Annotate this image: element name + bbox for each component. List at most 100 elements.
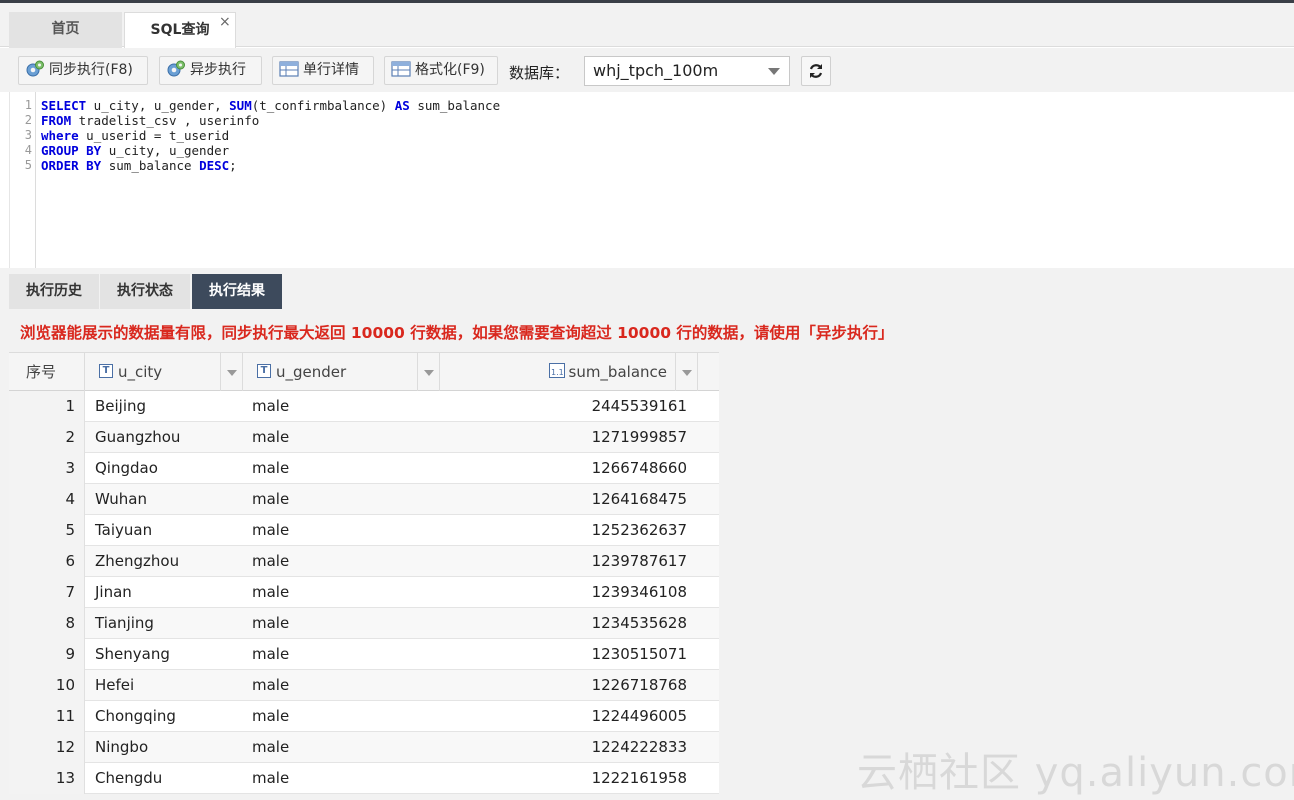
row-detail-button[interactable]: 单行详情 [272,56,374,85]
row-index-cell: 1 [9,391,85,422]
line-number: 2 [24,113,32,127]
table-row[interactable]: 13 Chengdu male 1222161958 [9,763,719,794]
code-line: ORDER BY sum_balance DESC; [41,158,237,173]
row-index-cell: 6 [9,546,85,577]
table-row[interactable]: 10 Hefei male 1226718768 [9,670,719,701]
sum-balance-cell: 1239346108 [591,583,687,601]
row-index-cell: 12 [9,732,85,763]
toolbar: 同步执行(F8) 异步执行 单行详情 格式化(F9) 数据库： whj_tpch… [0,48,1294,92]
sum-balance-cell: 1239787617 [591,552,687,570]
tab-status[interactable]: 执行状态 [100,274,190,309]
row-index-cell: 3 [9,453,85,484]
table-row[interactable]: 4 Wuhan male 1264168475 [9,484,719,515]
row-index-cell: 10 [9,670,85,701]
gear-run-icon [26,60,44,76]
row-index-cell: 5 [9,515,85,546]
sum-balance-cell: 1252362637 [591,521,687,539]
u-gender-cell: male [252,614,290,632]
u-city-cell: Jinan [95,583,132,601]
sum-balance-cell: 1266748660 [591,459,687,477]
gear-run-icon [167,60,185,76]
table-row[interactable]: 1 Beijing male 2445539161 [9,391,719,422]
sql-code[interactable]: SELECT u_city, u_gender, SUM(t_confirmba… [41,98,500,173]
tab-bar: 首页 SQL查询 × [0,3,1294,49]
u-city-cell: Beijing [95,397,147,415]
tab-history[interactable]: 执行历史 [9,274,99,309]
async-execute-button[interactable]: 异步执行 [159,56,262,85]
code-line: GROUP BY u_city, u_gender [41,143,230,158]
row-index-cell: 7 [9,577,85,608]
database-select-value: whj_tpch_100m [593,61,719,80]
line-number: 3 [24,128,32,142]
u-gender-cell: male [252,707,290,725]
column-menu-dropdown[interactable] [417,353,439,391]
line-number: 4 [24,143,32,157]
table-icon [391,60,411,77]
sum-balance-cell: 2445539161 [591,397,687,415]
line-number: 1 [24,98,32,112]
refresh-button[interactable] [801,56,831,86]
row-index-cell: 4 [9,484,85,515]
column-header-u-city[interactable]: Tu_city [85,353,243,391]
watermark: 云栖社区 yq.aliyun.com [857,750,1294,796]
sum-balance-cell: 1224222833 [591,738,687,756]
u-city-cell: Wuhan [95,490,148,508]
column-menu-dropdown[interactable] [220,353,242,391]
u-gender-cell: male [252,738,290,756]
sum-balance-cell: 1271999857 [591,428,687,446]
svg-text:1.1: 1.1 [551,368,564,377]
u-city-cell: Zhengzhou [95,552,180,570]
refresh-icon [809,64,823,78]
tab-results[interactable]: 执行结果 [192,274,282,309]
row-detail-label: 单行详情 [303,62,359,78]
sync-execute-label: 同步执行(F8) [49,62,133,78]
sync-execute-button[interactable]: 同步执行(F8) [18,56,148,85]
u-city-cell: Guangzhou [95,428,181,446]
code-line: where u_userid = t_userid [41,128,230,143]
sum-balance-cell: 1226718768 [591,676,687,694]
table-row[interactable]: 12 Ningbo male 1224222833 [9,732,719,763]
results-panel: 执行历史 执行状态 执行结果 浏览器能展示的数据量有限，同步执行最大返回 100… [0,268,1294,800]
table-row[interactable]: 2 Guangzhou male 1271999857 [9,422,719,453]
grid-header: 序号 Tu_city Tu_gender 1.1 sum_balance [9,352,719,391]
u-city-cell: Qingdao [95,459,158,477]
u-gender-cell: male [252,769,290,787]
database-select[interactable]: whj_tpch_100m [584,56,790,86]
u-city-cell: Chengdu [95,769,163,787]
line-number-gutter: 1 2 3 4 5 [10,92,36,268]
u-gender-cell: male [252,490,290,508]
code-line: FROM tradelist_csv , userinfo [41,113,260,128]
u-city-cell: Taiyuan [95,521,153,539]
column-menu-dropdown[interactable] [675,353,697,391]
format-button[interactable]: 格式化(F9) [384,56,498,85]
table-row[interactable]: 8 Tianjing male 1234535628 [9,608,719,639]
close-icon[interactable]: × [219,15,231,29]
row-index-cell: 11 [9,701,85,732]
column-header-u-gender[interactable]: Tu_gender [243,353,440,391]
column-header-index: 序号 [9,353,85,391]
text-type-icon: T [257,364,271,378]
table-row[interactable]: 3 Qingdao male 1266748660 [9,453,719,484]
sql-editor[interactable]: 1 2 3 4 5 SELECT u_city, u_gender, SUM(t… [9,92,1294,268]
sum-balance-cell: 1230515071 [591,645,687,663]
u-city-cell: Shenyang [95,645,170,663]
tab-home[interactable]: 首页 [9,12,122,48]
sum-balance-cell: 1264168475 [591,490,687,508]
code-line: SELECT u_city, u_gender, SUM(t_confirmba… [41,98,501,113]
table-row[interactable]: 9 Shenyang male 1230515071 [9,639,719,670]
warning-message: 浏览器能展示的数据量有限，同步执行最大返回 10000 行数据，如果您需要查询超… [20,324,894,342]
u-city-cell: Chongqing [95,707,176,725]
database-label: 数据库： [509,64,570,82]
format-label: 格式化(F9) [415,62,485,78]
table-row[interactable]: 11 Chongqing male 1224496005 [9,701,719,732]
sum-balance-cell: 1222161958 [591,769,687,787]
u-gender-cell: male [252,645,290,663]
table-row[interactable]: 5 Taiyuan male 1252362637 [9,515,719,546]
table-row[interactable]: 7 Jinan male 1239346108 [9,577,719,608]
column-header-sum-balance[interactable]: 1.1 sum_balance [440,353,698,391]
table-icon [279,60,299,77]
row-index-cell: 9 [9,639,85,670]
number-type-icon: 1.1 [548,363,565,378]
u-gender-cell: male [252,428,290,446]
table-row[interactable]: 6 Zhengzhou male 1239787617 [9,546,719,577]
